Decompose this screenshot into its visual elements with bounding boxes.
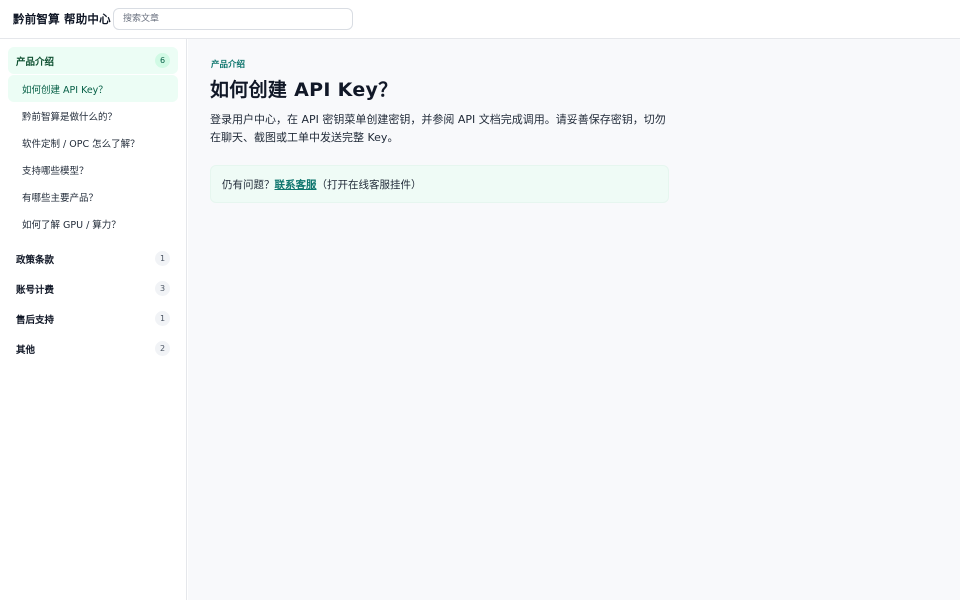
category-label: 账号计费: [16, 284, 55, 296]
search-box[interactable]: [113, 8, 353, 30]
sidebar-article-create-api-key[interactable]: 如何创建 API Key？: [8, 75, 178, 102]
sidebar: 产品介绍 6 如何创建 API Key？ 黔前智算是做什么的？ 软件定制 / O…: [0, 39, 187, 600]
contact-support-link[interactable]: 联系客服: [275, 177, 317, 192]
category-label: 售后支持: [16, 314, 55, 326]
article-panel: 产品介绍 如何创建 API Key？ 登录用户中心，在 API 密钥菜单创建密钥…: [188, 39, 960, 600]
help-callout: 仍有问题？ 联系客服 （打开在线客服挂件）: [210, 165, 669, 203]
sidebar-category-other[interactable]: 其他 2: [8, 335, 178, 362]
category-count-badge: 2: [155, 341, 170, 356]
category-label: 产品介绍: [16, 56, 55, 68]
brand-title[interactable]: 黔前智算 帮助中心: [13, 11, 111, 27]
top-bar: 黔前智算 帮助中心: [0, 0, 960, 39]
sidebar-article-software-opc[interactable]: 软件定制 / OPC 怎么了解？: [8, 129, 178, 156]
category-count-badge: 3: [155, 281, 170, 296]
article-body: 登录用户中心，在 API 密钥菜单创建密钥，并参阅 API 文档完成调用。请妥善…: [210, 113, 666, 144]
sidebar-category-billing[interactable]: 账号计费 3: [8, 275, 178, 302]
search-input[interactable]: [123, 9, 352, 29]
sidebar-article-gpu[interactable]: 如何了解 GPU / 算力？: [8, 210, 178, 237]
category-count-badge: 1: [155, 311, 170, 326]
category-label: 其他: [16, 344, 36, 356]
sidebar-category-support[interactable]: 售后支持 1: [8, 305, 178, 332]
sidebar-article-products[interactable]: 有哪些主要产品？: [8, 183, 178, 210]
sidebar-category-policy[interactable]: 政策条款 1: [8, 245, 178, 272]
category-label: 政策条款: [16, 254, 55, 266]
sidebar-article-what-is[interactable]: 黔前智算是做什么的？: [8, 102, 178, 129]
sidebar-category-product-intro[interactable]: 产品介绍 6: [8, 47, 178, 74]
article-list: 如何创建 API Key？ 黔前智算是做什么的？ 软件定制 / OPC 怎么了解…: [8, 75, 178, 237]
help-suffix: （打开在线客服挂件）: [316, 178, 422, 191]
category-count-badge: 1: [155, 251, 170, 266]
sidebar-article-models[interactable]: 支持哪些模型？: [8, 156, 178, 183]
help-prefix: 仍有问题？: [222, 178, 275, 191]
page-title: 如何创建 API Key？: [210, 79, 398, 101]
article-category-breadcrumb[interactable]: 产品介绍: [211, 58, 245, 70]
category-count-badge: 6: [155, 53, 170, 68]
